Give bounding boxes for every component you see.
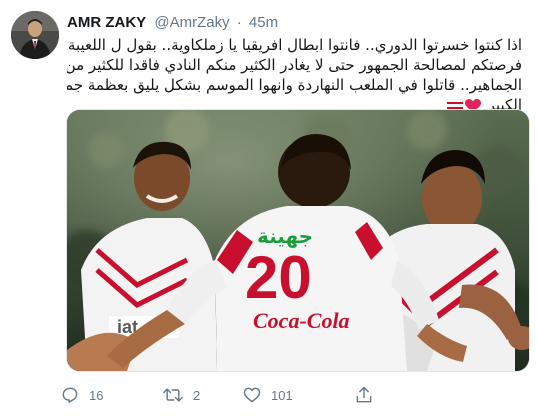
tweet-text-line: اذا كنتوا خسرتوا الدوري.. فانتوا ابطال ا… bbox=[67, 36, 522, 54]
like-button[interactable]: 101 bbox=[242, 383, 293, 407]
reply-icon bbox=[60, 385, 80, 405]
reply-button[interactable]: 16 bbox=[60, 383, 103, 407]
tweet-text-line: الجماهير.. قاتلوا في الملعب النهاردة وان… bbox=[67, 76, 522, 94]
avatar-image bbox=[11, 11, 59, 59]
avatar[interactable] bbox=[11, 11, 59, 59]
retweet-icon bbox=[162, 385, 184, 405]
tweet-text: اذا كنتوا خسرتوا الدوري.. فانتوا ابطال ا… bbox=[67, 35, 522, 115]
share-button[interactable] bbox=[354, 383, 374, 407]
heart-icon bbox=[242, 385, 262, 405]
tweet[interactable]: AMR ZAKY @AmrZaky · 45m اذا كنتوا خسرتوا… bbox=[0, 0, 537, 416]
jersey-number: 20 bbox=[245, 244, 312, 311]
header-separator: · bbox=[236, 14, 242, 31]
like-count: 101 bbox=[271, 387, 293, 403]
tweet-timestamp[interactable]: 45m bbox=[249, 14, 278, 31]
tweet-action-bar: 16 2 101 bbox=[60, 383, 530, 407]
jersey-sponsor: Coca-Cola bbox=[253, 308, 350, 333]
retweet-button[interactable]: 2 bbox=[162, 383, 200, 407]
display-name[interactable]: AMR ZAKY bbox=[67, 14, 146, 31]
share-icon bbox=[354, 385, 374, 405]
reply-count: 16 bbox=[89, 387, 104, 403]
tweet-text-line: فرصتكم لمصالحة الجمهور حتى لا يغادر الكث… bbox=[67, 56, 522, 74]
tweet-media-photo[interactable]: iat جهينة 20 Coca-Cola bbox=[66, 109, 530, 372]
retweet-count: 2 bbox=[193, 387, 201, 403]
tweet-header: AMR ZAKY @AmrZaky · 45m bbox=[67, 13, 278, 33]
user-handle[interactable]: @AmrZaky bbox=[154, 14, 229, 31]
football-players-photo: iat جهينة 20 Coca-Cola bbox=[67, 110, 529, 371]
